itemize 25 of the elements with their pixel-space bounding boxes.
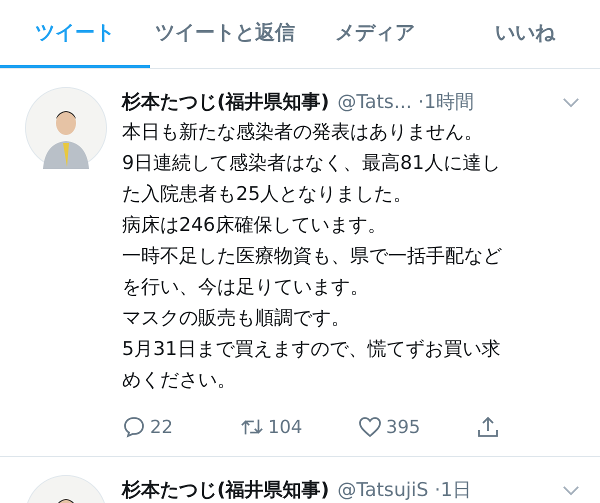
profile-tab[interactable]: いいね bbox=[450, 0, 600, 68]
like-button[interactable]: 395 bbox=[358, 415, 476, 439]
reply-button[interactable]: 22 bbox=[122, 415, 240, 439]
author-handle: @Tats... bbox=[337, 91, 412, 113]
share-icon[interactable] bbox=[476, 415, 500, 439]
heart-icon bbox=[358, 415, 382, 439]
tweet-text-line: マスクの販売も順調です。 bbox=[122, 306, 351, 331]
profile-tab[interactable]: ツイート bbox=[0, 0, 150, 68]
author-name[interactable]: 杉本たつじ(福井県知事) bbox=[122, 477, 330, 503]
tweet-text-line: 本日も新たな感染者の発表はありません。 bbox=[122, 120, 484, 145]
retweet-button[interactable]: 104 bbox=[240, 415, 358, 439]
author-handle: @TatsujiS bbox=[337, 479, 428, 501]
profile-tab[interactable]: ツイートと返信 bbox=[150, 0, 300, 68]
tweet-text-line: 9日連続して感染者はなく、最高81人に達した入院患者も25人となりました。 bbox=[122, 151, 502, 207]
tweet-text-line: 一時不足した医療物資も、県で一括手配などを行い、今は足りています。 bbox=[122, 244, 503, 300]
chevron-down-icon[interactable] bbox=[562, 96, 580, 108]
author-name[interactable]: 杉本たつじ(福井県知事) bbox=[122, 89, 330, 115]
reply-icon bbox=[122, 415, 146, 439]
tweet-time: ·1時間 bbox=[418, 90, 474, 115]
chevron-down-icon[interactable] bbox=[562, 484, 580, 496]
profile-tab[interactable]: メディア bbox=[300, 0, 450, 68]
avatar[interactable] bbox=[25, 87, 107, 169]
tweet-text-line: 病床は246床確保しています。 bbox=[122, 213, 388, 238]
tweet-text-line: 5月31日まで買えますので、慌てずお買い求めください。 bbox=[122, 337, 502, 393]
tweet-time: ·1日 bbox=[434, 478, 472, 503]
